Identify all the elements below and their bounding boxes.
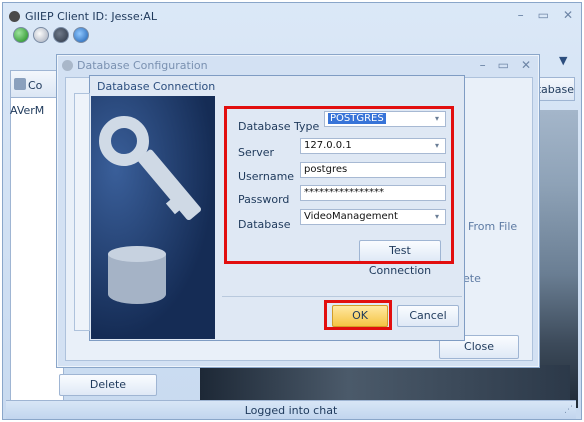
- from-file-button[interactable]: From File: [468, 220, 517, 233]
- left-list-item[interactable]: AVerM: [10, 104, 44, 117]
- tab-icon: [14, 78, 26, 90]
- ok-button[interactable]: OK: [332, 305, 388, 327]
- delete-button[interactable]: Delete: [59, 374, 157, 396]
- database-connection-dialog: Database Connection Database Type POSTGR…: [74, 75, 465, 341]
- status-text: Logged into chat: [244, 404, 338, 417]
- key-shaft: [137, 148, 203, 222]
- window-controls: – ▭ ✕: [518, 8, 573, 22]
- delete-button-label: Delete: [89, 378, 127, 391]
- connect-icon[interactable]: [13, 27, 29, 43]
- config-list-strip: [74, 93, 90, 331]
- config-window-controls: – ▭ ✕: [480, 58, 531, 72]
- cancel-button[interactable]: Cancel: [397, 305, 459, 327]
- close-window-button[interactable]: ✕: [563, 8, 573, 22]
- highlight-frame: [224, 106, 454, 264]
- dropdown-arrow-icon[interactable]: ▼: [559, 54, 567, 67]
- ok-button-label: OK: [352, 309, 368, 322]
- left-tab-label: Co: [28, 79, 43, 92]
- config-side-text[interactable]: ete: [463, 272, 481, 285]
- status-bar: Logged into chat ⋰: [6, 400, 576, 419]
- divider: [222, 296, 462, 297]
- window-title: GIIEP Client ID: Jesse:AL: [25, 10, 157, 23]
- resize-grip-icon[interactable]: ⋰: [564, 405, 573, 415]
- logout-icon[interactable]: [53, 27, 69, 43]
- help-icon[interactable]: [73, 27, 89, 43]
- cancel-button-label: Cancel: [409, 309, 447, 322]
- maximize-button[interactable]: ▭: [538, 8, 549, 22]
- config-minimize-button[interactable]: –: [480, 58, 486, 72]
- toolbar: [13, 27, 89, 43]
- config-window-icon: [62, 60, 73, 71]
- background-photo-bottom: [200, 365, 570, 405]
- config-window-title: Database Configuration: [77, 59, 208, 72]
- app-icon: [9, 11, 20, 22]
- config-close-button[interactable]: ✕: [521, 58, 531, 72]
- settings-icon[interactable]: [33, 27, 49, 43]
- minimize-button[interactable]: –: [518, 8, 524, 22]
- database-cylinder-icon: [108, 246, 166, 304]
- key-illustration: [91, 96, 215, 339]
- dialog-title: Database Connection: [97, 80, 216, 93]
- config-maximize-button[interactable]: ▭: [498, 58, 509, 72]
